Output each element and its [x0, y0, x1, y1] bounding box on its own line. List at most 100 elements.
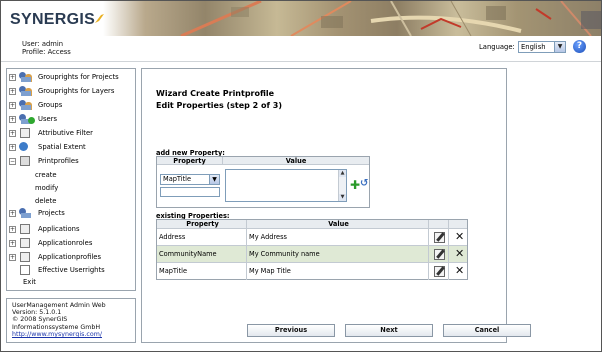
filter-icon	[18, 127, 36, 139]
expand-icon[interactable]: +	[9, 101, 16, 109]
sidebar-item-label: Effective Userrights	[38, 266, 105, 274]
expand-icon[interactable]: +	[9, 209, 16, 217]
banner-map-image	[180, 1, 601, 36]
wizard-step-title: Edit Properties (step 2 of 3)	[156, 101, 282, 110]
sidebar-item-spatial-extent[interactable]: + Spatial Extent	[9, 141, 86, 153]
sidebar-item-printprofiles[interactable]: − Printprofiles	[9, 155, 79, 167]
header-delete	[449, 220, 469, 228]
expand-icon[interactable]: +	[9, 225, 16, 233]
group-icon	[18, 71, 36, 83]
table-header: Property Value	[157, 220, 467, 228]
existing-properties-table: Property Value Address My Address ✕ Comm…	[156, 219, 468, 280]
help-icon[interactable]: ?	[573, 40, 586, 53]
add-header-value: Value	[223, 157, 369, 165]
user-label: User: admin	[22, 40, 64, 48]
sidebar-item-label: Grouprights for Projects	[38, 73, 119, 81]
sidebar-item-applicationprofiles[interactable]: + Applicationprofiles	[9, 251, 101, 263]
edit-icon[interactable]	[434, 232, 445, 243]
table-row: MapTitle My Map Title ✕	[157, 262, 469, 280]
sidebar-item-label: Applicationroles	[38, 239, 93, 247]
footer-copyright: © 2008 SynerGIS	[12, 316, 68, 324]
sidebar-item-label: Groups	[38, 101, 63, 109]
edit-cell	[429, 263, 449, 280]
expand-icon[interactable]: +	[9, 73, 16, 81]
previous-button[interactable]: Previous	[247, 324, 335, 337]
next-button[interactable]: Next	[345, 324, 433, 337]
sidebar-item-applications[interactable]: + Applications	[9, 223, 80, 235]
edit-icon[interactable]	[434, 266, 445, 277]
expand-icon[interactable]: +	[9, 129, 16, 137]
group-icon	[18, 99, 36, 111]
sidebar-subitem-modify[interactable]: modify	[35, 184, 58, 192]
expand-icon[interactable]: +	[9, 115, 16, 123]
user-bar: User: admin Profile: Access Language: En…	[1, 36, 601, 62]
header-value: Value	[247, 220, 429, 228]
edit-icon[interactable]	[434, 249, 445, 260]
expand-icon[interactable]: +	[9, 253, 16, 261]
cancel-button[interactable]: Cancel	[443, 324, 531, 337]
header-edit	[429, 220, 449, 228]
delete-cell: ✕	[449, 246, 469, 263]
application-icon	[18, 223, 36, 235]
language-select[interactable]: English ▼	[518, 41, 566, 53]
printer-icon	[18, 155, 36, 167]
row-value: My Community name	[247, 246, 429, 263]
delete-icon[interactable]: ✕	[455, 265, 464, 277]
add-property-box: Property Value MapTitle ▼ ▲ ▼ ✚ ↺	[156, 156, 370, 208]
property-select[interactable]: MapTitle ▼	[160, 174, 220, 185]
undo-icon[interactable]: ↺	[360, 179, 369, 189]
synergis-logo: SYNERGIS	[10, 11, 96, 28]
row-property: CommunityName	[157, 246, 247, 263]
chevron-down-icon[interactable]: ▼	[554, 42, 565, 52]
sidebar-item-users[interactable]: + Users	[9, 113, 57, 125]
property-value-textarea[interactable]: ▲ ▼	[225, 169, 347, 202]
table-row: Address My Address ✕	[157, 228, 467, 246]
scroll-up-icon[interactable]: ▲	[339, 170, 346, 177]
language-select-value: English	[521, 43, 546, 51]
add-header-property: Property	[157, 157, 223, 165]
footer-company: Informationssysteme GmbH	[12, 323, 101, 331]
expand-icon[interactable]: +	[9, 87, 16, 95]
language-label: Language:	[479, 43, 515, 51]
sidebar-item-label: Spatial Extent	[38, 143, 86, 151]
row-property: Address	[157, 229, 247, 246]
application-profile-icon	[18, 251, 36, 263]
sidebar-item-effective-userrights[interactable]: Effective Userrights	[18, 264, 105, 276]
sidebar-item-label: Printprofiles	[38, 157, 79, 165]
sidebar-item-label: Attributive Filter	[38, 129, 93, 137]
footer-website-link[interactable]: http://www.mysynergis.com/	[12, 331, 130, 338]
expand-icon[interactable]: +	[9, 239, 16, 247]
delete-cell: ✕	[449, 263, 469, 280]
sidebar-subitem-delete[interactable]: delete	[35, 197, 56, 205]
chevron-down-icon[interactable]: ▼	[209, 175, 219, 184]
group-icon	[18, 85, 36, 97]
row-value: My Map Title	[247, 263, 429, 280]
sidebar-item-groups[interactable]: + Groups	[9, 99, 62, 111]
sidebar-item-label: Applications	[38, 225, 80, 233]
sidebar-footer: UserManagement Admin Web Version: 5.1.0.…	[6, 298, 136, 343]
sidebar-item-label: Applicationprofiles	[38, 253, 101, 261]
edit-cell	[429, 229, 449, 246]
sidebar-subitem-create[interactable]: create	[35, 171, 57, 179]
globe-icon	[18, 141, 36, 153]
wizard-title: Wizard Create Printprofile	[156, 89, 275, 98]
sidebar-item-attributive-filter[interactable]: + Attributive Filter	[9, 127, 93, 139]
delete-icon[interactable]: ✕	[455, 231, 464, 243]
application-role-icon	[18, 237, 36, 249]
sidebar-nav: + Grouprights for Projects + Grouprights…	[6, 68, 136, 291]
scroll-down-icon[interactable]: ▼	[339, 194, 346, 201]
property-name-input[interactable]	[160, 187, 220, 197]
edit-cell	[429, 246, 449, 263]
sidebar-item-exit[interactable]: Exit	[23, 278, 36, 286]
sidebar-item-applicationroles[interactable]: + Applicationroles	[9, 237, 92, 249]
sidebar-item-grouprights-layers[interactable]: + Grouprights for Layers	[9, 85, 114, 97]
collapse-icon[interactable]: −	[9, 157, 16, 165]
value-scrollbar[interactable]: ▲ ▼	[338, 170, 346, 201]
sidebar-item-grouprights-projects[interactable]: + Grouprights for Projects	[9, 71, 119, 83]
header-banner: SYNERGIS	[1, 1, 601, 36]
delete-icon[interactable]: ✕	[455, 248, 464, 260]
sidebar-item-projects[interactable]: + Projects	[9, 207, 65, 219]
add-icon[interactable]: ✚	[350, 179, 360, 191]
expand-icon[interactable]: +	[9, 143, 16, 151]
logo-flash-icon	[95, 14, 104, 23]
